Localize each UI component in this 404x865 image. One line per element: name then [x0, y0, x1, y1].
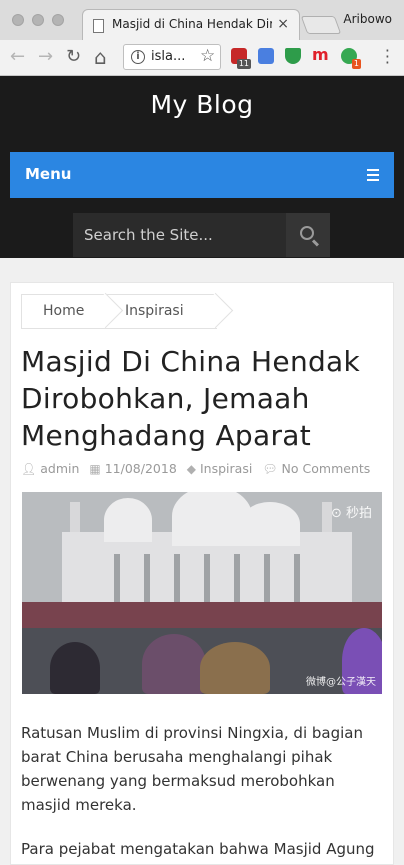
close-window-button[interactable]	[12, 14, 24, 26]
back-arrow-icon[interactable]: ←	[10, 47, 25, 67]
post-paragraph-2: Para pejabat mengatakan bahwa Masjid Agu…	[21, 840, 375, 858]
post-meta: 👤︎ admin ▦ 11/08/2018 ◆ Inspirasi 💬︎ No Comm…	[21, 461, 386, 476]
reload-icon[interactable]: ↻	[66, 47, 81, 67]
post-comments[interactable]: No Comments	[282, 461, 371, 476]
shield-extension-icon[interactable]: 11	[231, 48, 251, 69]
calendar-icon: ▦	[89, 462, 101, 476]
post-author[interactable]: admin	[40, 461, 79, 476]
m-extension-icon[interactable]: m	[312, 47, 329, 64]
search-icon	[300, 226, 314, 240]
post-paragraph-1: Ratusan Muslim di provinsi Ningxia, di b…	[21, 724, 363, 814]
browser-titlebar: Masjid di China Hendak Dirob × Aribowo	[0, 0, 404, 41]
document-icon	[93, 19, 104, 33]
search-button[interactable]	[286, 213, 330, 257]
close-tab-icon[interactable]: ×	[277, 16, 289, 32]
image-watermark-top: ⊙ 秒拍	[330, 506, 372, 521]
hamburger-icon[interactable]	[367, 169, 379, 184]
search-input[interactable]	[73, 213, 286, 257]
minimize-window-button[interactable]	[32, 14, 44, 26]
search-form	[73, 213, 330, 257]
green-extension-icon[interactable]: 1	[341, 48, 361, 69]
post-category[interactable]: Inspirasi	[200, 461, 252, 476]
browser-tab[interactable]: Masjid di China Hendak Dirob ×	[82, 9, 300, 41]
site-header: My Blog Menu	[0, 76, 404, 258]
tag-icon: ◆	[186, 462, 196, 476]
home-icon[interactable]: ⌂	[94, 47, 107, 67]
browser-toolbar: ← → ↻ ⌂ i isla... ☆ 11 m 1 · · ·	[0, 40, 404, 76]
tab-title: Masjid di China Hendak Dirob	[112, 17, 272, 31]
featured-image: ⊙ 秒拍 微博@公子漢天	[22, 492, 382, 694]
bookmark-star-icon[interactable]: ☆	[200, 46, 215, 66]
user-icon: 👤︎	[21, 462, 37, 476]
profile-name[interactable]: Aribowo	[343, 12, 392, 26]
maximize-window-button[interactable]	[52, 14, 64, 26]
post-title: Masjid Di China Hendak Dirobohkan, Jemaa…	[21, 345, 361, 452]
browser-menu-icon[interactable]: · · ·	[385, 43, 390, 71]
site-title[interactable]: My Blog	[0, 90, 404, 119]
extension-badge: 11	[236, 59, 251, 69]
address-bar[interactable]: i isla... ☆	[123, 44, 221, 70]
image-watermark-bottom: 微博@公子漢天	[306, 677, 376, 688]
info-icon[interactable]: i	[131, 50, 145, 64]
menu-toggle-bar[interactable]: Menu	[10, 152, 394, 198]
comments-icon: 💬︎	[262, 462, 278, 476]
download-extension-icon[interactable]	[285, 48, 301, 64]
url-text[interactable]: isla...	[151, 49, 185, 64]
menu-label: Menu	[25, 165, 72, 183]
post-date: 11/08/2018	[104, 461, 177, 476]
translate-extension-icon[interactable]	[258, 48, 274, 64]
new-tab-button[interactable]	[300, 16, 342, 34]
forward-arrow-icon[interactable]: →	[38, 47, 53, 67]
extension-badge: 1	[351, 59, 361, 69]
